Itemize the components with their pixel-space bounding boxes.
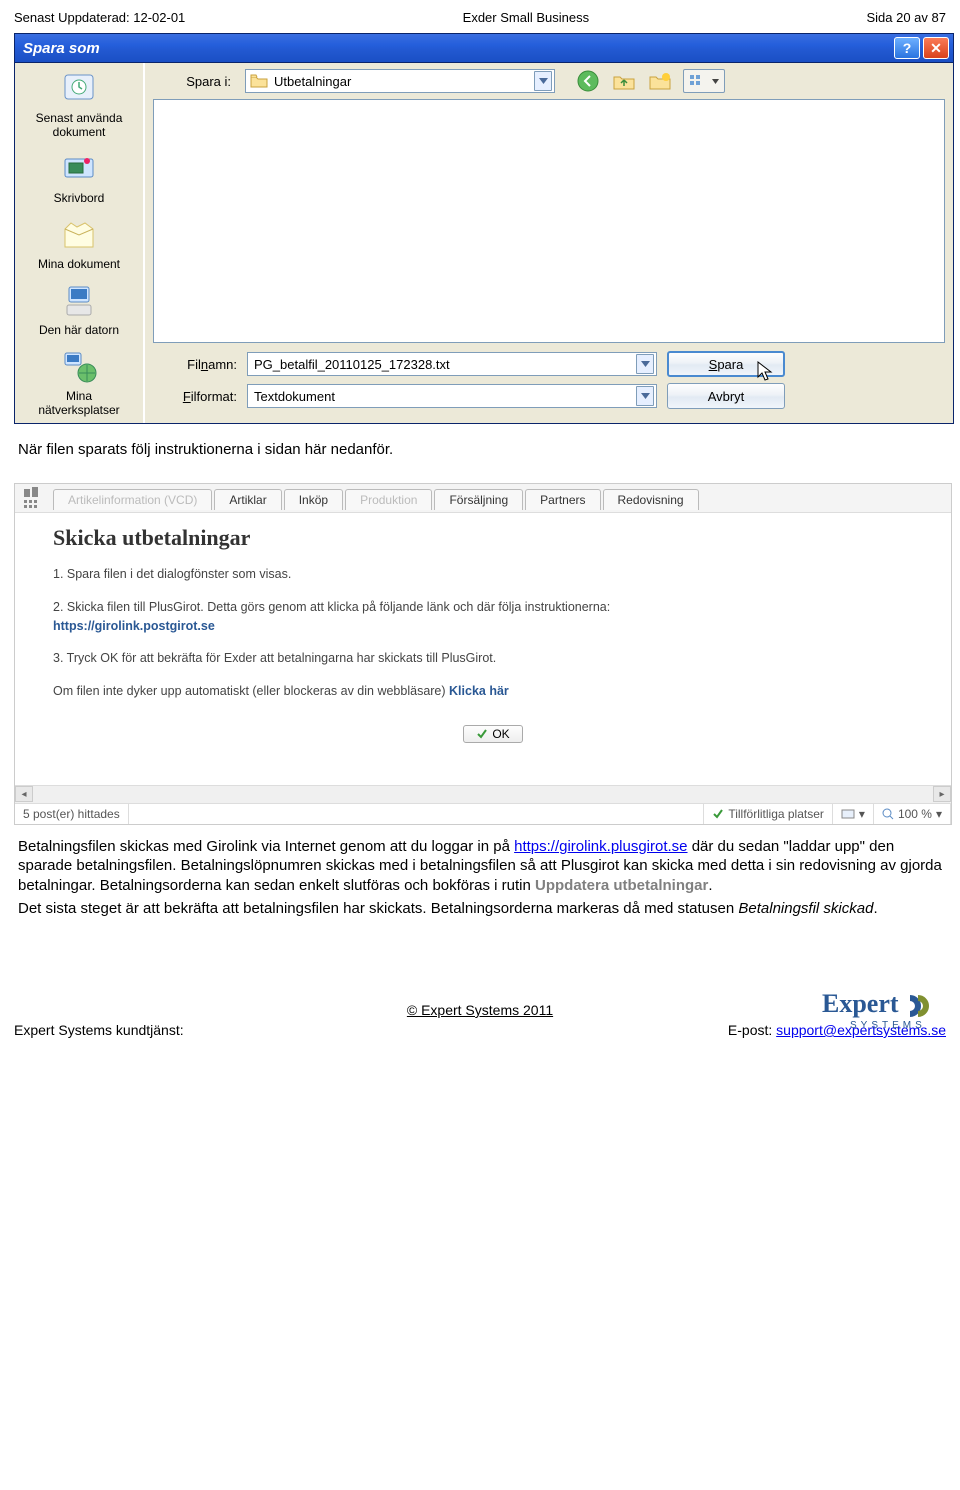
horizontal-scrollbar[interactable]: ◂ ▸ — [15, 785, 951, 803]
footer-left: Expert Systems kundtjänst: — [14, 1022, 184, 1038]
help-button[interactable]: ? — [894, 37, 920, 59]
look-in-value: Utbetalningar — [274, 74, 351, 89]
tab-inkop[interactable]: Inköp — [284, 489, 343, 510]
fileformat-value: Textdokument — [254, 389, 335, 404]
nav-toolbar — [575, 69, 725, 93]
filename-value: PG_betalfil_20110125_172328.txt — [254, 357, 450, 372]
document-header: Senast Uppdaterad: 12-02-01 Exder Small … — [14, 10, 946, 25]
chevron-down-icon — [712, 79, 719, 84]
place-label: Mina dokument — [38, 257, 120, 271]
plusgirot-link[interactable]: https://girolink.plusgirot.se — [514, 838, 687, 855]
look-in-combo[interactable]: Utbetalningar — [245, 69, 555, 93]
cursor-icon — [757, 361, 773, 381]
network-places-icon — [59, 347, 99, 387]
webapp-tab-bar: Artikelinformation (VCD) Artiklar Inköp … — [49, 487, 951, 510]
ok-button[interactable]: OK — [463, 725, 522, 743]
up-one-level-button[interactable] — [611, 69, 637, 93]
webapp-window: Artikelinformation (VCD) Artiklar Inköp … — [14, 483, 952, 825]
header-right: Sida 20 av 87 — [866, 10, 946, 25]
help-icon: ? — [903, 40, 912, 56]
status-zoom[interactable]: 100 % ▾ — [874, 804, 951, 824]
zoom-icon — [882, 808, 894, 820]
folder-up-icon — [613, 71, 635, 91]
place-recent[interactable]: Senast använda dokument — [36, 69, 123, 139]
desktop-icon — [59, 149, 99, 189]
new-folder-button[interactable] — [647, 69, 673, 93]
view-menu-button[interactable] — [683, 69, 725, 93]
save-as-dialog: Spara som ? ✕ Senast använda dokument Sk… — [14, 33, 954, 424]
step-1: 1. Spara filen i det dialogfönster som v… — [53, 565, 933, 584]
close-button[interactable]: ✕ — [923, 37, 949, 59]
place-label: Skrivbord — [54, 191, 105, 205]
status-mode[interactable]: ▾ — [833, 804, 874, 824]
recent-documents-icon — [59, 69, 99, 109]
paragraph-block: Betalningsfilen skickas med Girolink via… — [14, 831, 946, 942]
footer-copyright: © Expert Systems 2011 — [14, 1002, 946, 1018]
tab-redovisning[interactable]: Redovisning — [603, 489, 699, 510]
folder-open-icon — [250, 73, 268, 89]
expert-systems-logo: Expert SYSTEMS — [822, 984, 942, 1037]
scroll-right-icon[interactable]: ▸ — [933, 786, 951, 802]
chevron-down-icon[interactable] — [534, 71, 552, 91]
webapp-statusbar: 5 post(er) hittades Tillförlitliga plats… — [15, 803, 951, 824]
dialog-title: Spara som — [19, 40, 891, 57]
back-arrow-icon — [577, 70, 599, 92]
chevron-down-icon[interactable] — [636, 386, 654, 406]
klicka-har-link[interactable]: Klicka här — [449, 684, 509, 698]
tab-artikelinformation[interactable]: Artikelinformation (VCD) — [53, 489, 212, 510]
place-label: Mina nätverksplatser — [38, 389, 119, 417]
folder-new-icon — [649, 71, 671, 91]
fileformat-label: Filformat: — [153, 389, 237, 404]
back-button[interactable] — [575, 69, 601, 93]
filename-input[interactable]: PG_betalfil_20110125_172328.txt — [247, 352, 657, 376]
scroll-left-icon[interactable]: ◂ — [15, 786, 33, 802]
step-4: Om filen inte dyker upp automatiskt (ell… — [53, 682, 933, 701]
place-desktop[interactable]: Skrivbord — [54, 149, 105, 205]
webapp-heading: Skicka utbetalningar — [53, 525, 933, 551]
status-trusted: Tillförlitliga platser — [704, 804, 833, 824]
chevron-down-icon[interactable] — [636, 354, 654, 374]
titlebar[interactable]: Spara som ? ✕ — [15, 34, 953, 63]
view-grid-icon — [689, 74, 705, 88]
protected-mode-icon — [841, 808, 855, 820]
look-in-row: Spara i: Utbetalningar — [153, 69, 945, 93]
place-label: Den här datorn — [39, 323, 119, 337]
status-count: 5 post(er) hittades — [15, 804, 129, 824]
my-computer-icon — [59, 281, 99, 321]
page-footer: Expert SYSTEMS © Expert Systems 2011 Exp… — [0, 1002, 960, 1050]
filename-label: Filnamn: — [153, 357, 237, 372]
houses-icon[interactable] — [23, 486, 41, 498]
close-icon: ✕ — [930, 40, 942, 57]
save-button[interactable]: Spara — [667, 351, 785, 377]
webapp-sidebar-controls — [15, 484, 49, 512]
places-bar: Senast använda dokument Skrivbord Mina d… — [15, 63, 145, 423]
file-list[interactable] — [153, 99, 945, 343]
my-documents-icon — [59, 215, 99, 255]
cancel-button[interactable]: Avbryt — [667, 383, 785, 409]
svg-text:Expert: Expert — [822, 989, 899, 1018]
step-2: 2. Skicka filen till PlusGirot. Detta gö… — [53, 598, 933, 636]
svg-text:SYSTEMS: SYSTEMS — [850, 1020, 926, 1031]
place-network[interactable]: Mina nätverksplatser — [38, 347, 119, 417]
check-shield-icon — [712, 808, 724, 820]
header-left: Senast Uppdaterad: 12-02-01 — [14, 10, 185, 25]
step-3: 3. Tryck OK för att bekräfta för Exder a… — [53, 649, 933, 668]
place-label: Senast använda dokument — [36, 111, 123, 139]
header-center: Exder Small Business — [463, 10, 589, 25]
tab-forsaljning[interactable]: Försäljning — [434, 489, 523, 510]
instruction-text-1: När filen sparats följ instruktionerna i… — [18, 440, 942, 459]
tab-produktion[interactable]: Produktion — [345, 489, 432, 510]
tab-artiklar[interactable]: Artiklar — [214, 489, 281, 510]
tab-partners[interactable]: Partners — [525, 489, 600, 510]
fileformat-select[interactable]: Textdokument — [247, 384, 657, 408]
checkmark-icon — [476, 728, 488, 740]
look-in-label: Spara i: — [153, 74, 237, 89]
place-my-computer[interactable]: Den här datorn — [39, 281, 119, 337]
place-my-documents[interactable]: Mina dokument — [38, 215, 120, 271]
girolink-link[interactable]: https://girolink.postgirot.se — [53, 619, 215, 633]
grid-small-icon[interactable] — [24, 500, 40, 510]
